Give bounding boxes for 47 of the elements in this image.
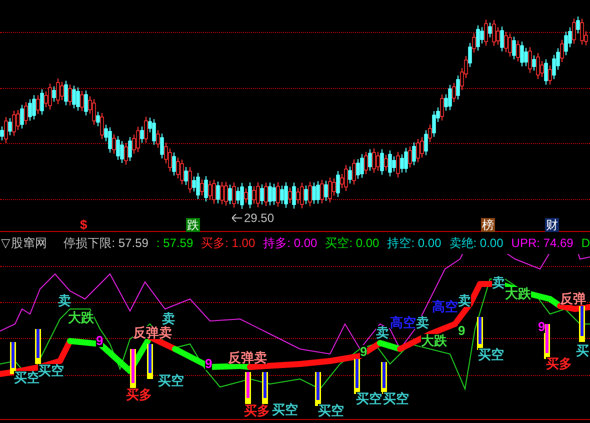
indicator-value: 买空: 0.00	[325, 235, 380, 252]
signal-label: 买空	[272, 403, 298, 416]
signal-label: 买空	[318, 404, 344, 417]
signal-label: 大跌	[68, 311, 94, 324]
indicator-value: UPR: 74.69	[511, 235, 574, 252]
signal-label: 买空	[478, 348, 504, 361]
chart-marker: $	[80, 218, 88, 231]
signal-label: 高空	[390, 316, 416, 329]
signal-label: 大跌	[421, 334, 447, 347]
chart-marker: 榜	[481, 218, 495, 232]
signal-label: 买多	[546, 357, 572, 370]
signal-label: 买多	[244, 404, 270, 417]
signal-label: 大跌	[505, 287, 531, 300]
signal-label: 9	[538, 320, 546, 333]
signal-label: 买空	[356, 392, 382, 405]
triangle-icon: ▽	[1, 234, 10, 252]
indicator-value: 持空: 0.00	[387, 235, 442, 252]
signal-label: 卖	[416, 316, 429, 329]
indicator-value: D	[581, 235, 590, 252]
signal-label: 买空	[38, 364, 64, 377]
signal-label: 卖	[376, 326, 389, 339]
indicator-value: 持多: 0.00	[263, 235, 318, 252]
signal-label: 买	[576, 344, 589, 357]
signal-label: 9	[96, 334, 104, 347]
signal-label: 9	[360, 345, 368, 358]
signal-label: 9	[458, 324, 466, 337]
indicator-value: 卖绝: 0.00	[449, 235, 504, 252]
signal-label: 买多	[126, 388, 152, 401]
signal-label: 买空	[383, 392, 409, 405]
signal-label: 买空	[158, 374, 184, 387]
signal-label: 卖	[58, 294, 71, 307]
chart-marker: 财	[545, 218, 559, 232]
indicator-title: 股窜网	[11, 235, 47, 252]
signal-label: 反弹卖	[228, 351, 267, 364]
low-price-label: 29.50	[244, 212, 274, 224]
chart-marker: 跌	[186, 218, 200, 232]
indicator-value: 买多: 1.00	[201, 235, 256, 252]
signal-label: 反弹卖	[133, 326, 172, 339]
signal-label: 卖	[492, 276, 505, 289]
signal-label: 卖	[162, 312, 175, 325]
signal-label: 9	[205, 357, 212, 370]
signal-label: 高空	[432, 300, 458, 313]
signal-label: 卖	[458, 294, 471, 307]
indicator-value: : 57.59	[156, 235, 194, 252]
signal-label: 反弹	[560, 292, 586, 305]
arrow-icon	[232, 214, 242, 222]
indicator-value: 停损下限: 57.59	[64, 235, 148, 252]
